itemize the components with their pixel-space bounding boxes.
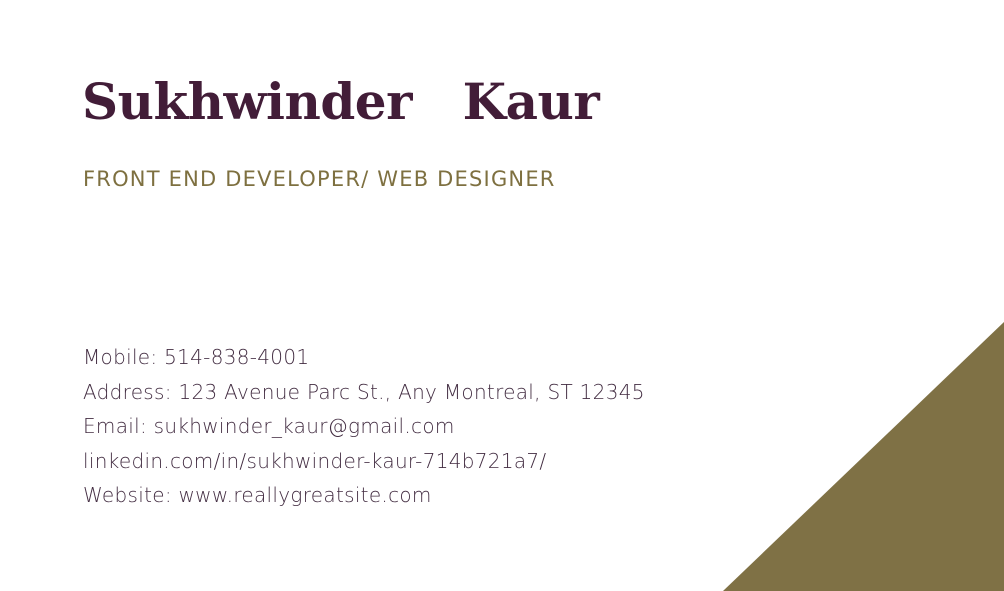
corner-triangle-shape	[723, 322, 1004, 591]
corner-triangle-decoration	[723, 322, 1004, 591]
business-card: Sukhwinder Kaur FRONT END DEVELOPER/ WEB…	[0, 0, 1004, 591]
